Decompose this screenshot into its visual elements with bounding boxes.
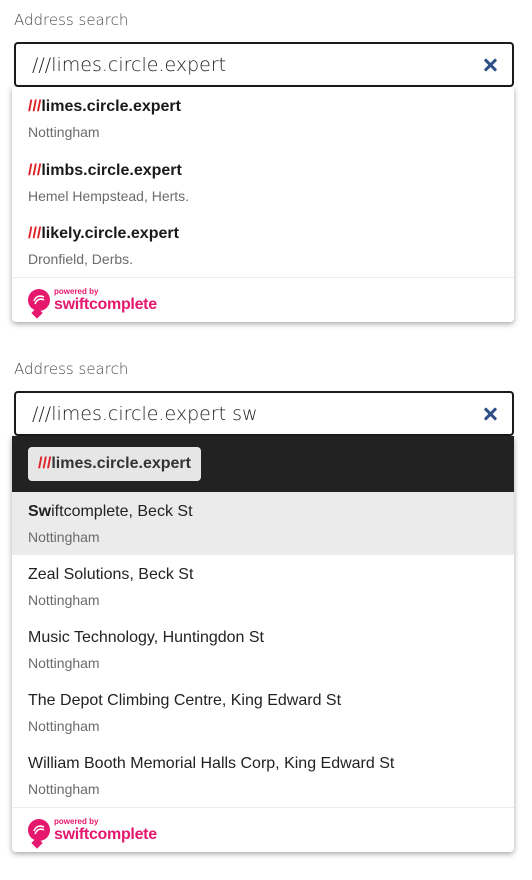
dropdown-footer: powered by swiftcomplete bbox=[12, 277, 514, 322]
suggestion-item[interactable]: ///likely.circle.expert Dronfield, Derbs… bbox=[12, 214, 514, 277]
suggestion-title: ///limbs.circle.expert bbox=[28, 161, 182, 179]
address-search-label: Address search bbox=[14, 11, 129, 29]
suggestion-location: Nottingham bbox=[28, 654, 100, 671]
address-search-input-value[interactable]: ///limes.circle.expert sw bbox=[32, 403, 480, 425]
suggestion-title: Music Technology, Huntingdon St bbox=[28, 628, 264, 646]
close-icon[interactable] bbox=[480, 55, 500, 75]
suggestion-title: Swiftcomplete, Beck St bbox=[28, 502, 193, 520]
swiftcomplete-logo-icon bbox=[28, 289, 50, 311]
selected-location-chip[interactable]: ///limes.circle.expert bbox=[28, 447, 201, 481]
suggestion-location: Nottingham bbox=[28, 528, 100, 545]
suggestion-item[interactable]: ///limes.circle.expert Nottingham bbox=[12, 87, 514, 151]
suggestion-item[interactable]: ///limbs.circle.expert Hemel Hempstead, … bbox=[12, 151, 514, 214]
address-search-input[interactable]: ///limes.circle.expert sw bbox=[14, 391, 514, 436]
address-search-input-value[interactable]: ///limes.circle.expert bbox=[32, 54, 480, 76]
suggestion-location: Nottingham bbox=[28, 717, 100, 734]
suggestion-item[interactable]: The Depot Climbing Centre, King Edward S… bbox=[12, 681, 514, 744]
suggestions-dropdown: ///limes.circle.expert Swiftcomplete, Be… bbox=[12, 436, 514, 852]
suggestion-title: Zeal Solutions, Beck St bbox=[28, 565, 194, 583]
suggestion-item[interactable]: Music Technology, Huntingdon St Nottingh… bbox=[12, 618, 514, 681]
logo-brand: swiftcomplete bbox=[54, 295, 157, 313]
suggestion-item[interactable]: William Booth Memorial Halls Corp, King … bbox=[12, 744, 514, 807]
suggestion-location: Nottingham bbox=[28, 780, 100, 797]
address-search-input[interactable]: ///limes.circle.expert bbox=[14, 42, 514, 87]
swiftcomplete-logo[interactable]: powered by swiftcomplete bbox=[28, 286, 157, 313]
suggestion-item[interactable]: Zeal Solutions, Beck St Nottingham bbox=[12, 555, 514, 618]
logo-powered-by: powered by bbox=[54, 286, 99, 296]
address-search-widget-1: Address search ///limes.circle.expert //… bbox=[12, 8, 514, 322]
suggestion-location: Nottingham bbox=[28, 124, 100, 140]
suggestion-location: Hemel Hempstead, Herts. bbox=[28, 187, 190, 204]
suggestion-title: ///likely.circle.expert bbox=[28, 224, 179, 242]
suggestion-location: Dronfield, Derbs. bbox=[28, 250, 134, 267]
address-search-widget-2: Address search ///limes.circle.expert sw… bbox=[12, 357, 514, 852]
logo-brand: swiftcomplete bbox=[54, 825, 157, 843]
suggestion-title: William Booth Memorial Halls Corp, King … bbox=[28, 754, 395, 772]
address-search-label: Address search bbox=[14, 360, 129, 378]
logo-powered-by: powered by bbox=[54, 816, 99, 826]
selected-location-bar: ///limes.circle.expert bbox=[12, 436, 514, 492]
suggestion-title: ///limes.circle.expert bbox=[28, 98, 181, 115]
suggestion-title: The Depot Climbing Centre, King Edward S… bbox=[28, 691, 342, 709]
swiftcomplete-logo-icon bbox=[28, 819, 50, 841]
suggestions-dropdown: ///limes.circle.expert Nottingham ///lim… bbox=[12, 87, 514, 322]
suggestion-item[interactable]: Swiftcomplete, Beck St Nottingham bbox=[12, 492, 514, 555]
dropdown-footer: powered by swiftcomplete bbox=[12, 807, 514, 852]
swiftcomplete-logo[interactable]: powered by swiftcomplete bbox=[28, 816, 157, 843]
close-icon[interactable] bbox=[480, 404, 500, 424]
suggestion-location: Nottingham bbox=[28, 591, 100, 608]
